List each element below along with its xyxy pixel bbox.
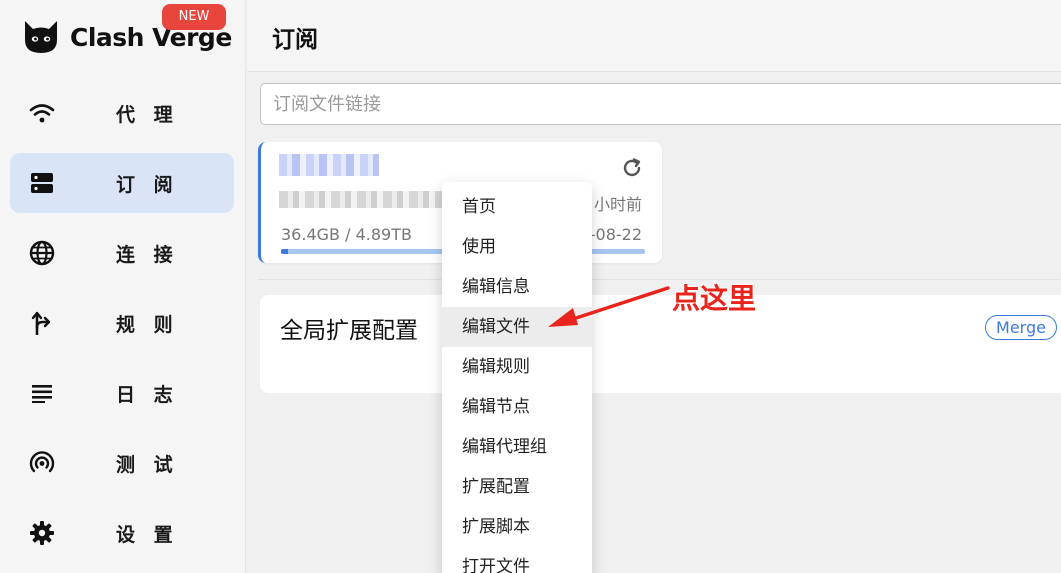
menu-item-extend-config[interactable]: 扩展配置 xyxy=(442,467,592,507)
server-icon xyxy=(29,170,55,196)
globe-icon xyxy=(29,240,55,266)
sidebar: Clash Verge NEW 代 理 订 阅 连 接 规 则 日 志 测 试 … xyxy=(0,0,246,573)
menu-item-edit-rules[interactable]: 编辑规则 xyxy=(442,347,592,387)
menu-item-open-file[interactable]: 打开文件 xyxy=(442,547,592,573)
subscription-updated-time: 小时前 xyxy=(593,195,642,214)
new-badge: NEW xyxy=(162,4,226,30)
sidebar-item-connections[interactable]: 连 接 xyxy=(10,223,234,283)
menu-item-use[interactable]: 使用 xyxy=(442,227,592,267)
subscription-usage: 36.4GB / 4.89TB xyxy=(281,225,412,244)
annotation-label: 点这里 xyxy=(672,282,757,315)
cat-logo-icon xyxy=(25,21,57,53)
refresh-icon[interactable] xyxy=(620,156,644,180)
context-menu: 首页 使用 编辑信息 编辑文件 编辑规则 编辑节点 编辑代理组 扩展配置 扩展脚… xyxy=(442,182,592,573)
sidebar-nav: 代 理 订 阅 连 接 规 则 日 志 测 试 设 置 xyxy=(10,83,234,573)
lines-icon xyxy=(29,380,55,406)
subscription-url-blurred xyxy=(279,191,449,208)
menu-item-home[interactable]: 首页 xyxy=(442,187,592,227)
sidebar-item-rules[interactable]: 规 则 xyxy=(10,293,234,353)
menu-item-edit-proxy-groups[interactable]: 编辑代理组 xyxy=(442,427,592,467)
subscription-name-blurred xyxy=(279,154,379,176)
sidebar-item-subscription[interactable]: 订 阅 xyxy=(10,153,234,213)
sidebar-item-logs[interactable]: 日 志 xyxy=(10,363,234,423)
menu-item-extend-script[interactable]: 扩展脚本 xyxy=(442,507,592,547)
radar-icon xyxy=(29,450,55,476)
fork-arrow-icon xyxy=(29,310,55,336)
wifi-icon xyxy=(29,100,55,126)
annotation-arrow-icon xyxy=(548,286,670,327)
sidebar-item-label: 设 置 xyxy=(116,523,179,546)
subscription-expire-date: -08-22 xyxy=(589,225,642,244)
sidebar-item-label: 测 试 xyxy=(116,453,179,476)
page-title: 订阅 xyxy=(272,27,318,53)
merge-type-badge: Merge xyxy=(985,315,1057,340)
sidebar-item-test[interactable]: 测 试 xyxy=(10,433,234,493)
menu-item-edit-nodes[interactable]: 编辑节点 xyxy=(442,387,592,427)
sidebar-item-proxy[interactable]: 代 理 xyxy=(10,83,234,143)
sidebar-item-label: 连 接 xyxy=(116,243,179,266)
merge-card-title: 全局扩展配置 xyxy=(280,318,418,344)
sidebar-item-label: 规 则 xyxy=(116,313,179,336)
sidebar-item-label: 订 阅 xyxy=(116,173,179,196)
subscription-url-input[interactable] xyxy=(260,83,1061,125)
sidebar-item-label: 代 理 xyxy=(116,103,179,126)
sidebar-item-label: 日 志 xyxy=(116,383,179,406)
gear-icon xyxy=(29,520,55,546)
sidebar-item-settings[interactable]: 设 置 xyxy=(10,503,234,563)
page-header: 订阅 xyxy=(247,0,1061,72)
subscription-progress-fill xyxy=(281,249,289,254)
